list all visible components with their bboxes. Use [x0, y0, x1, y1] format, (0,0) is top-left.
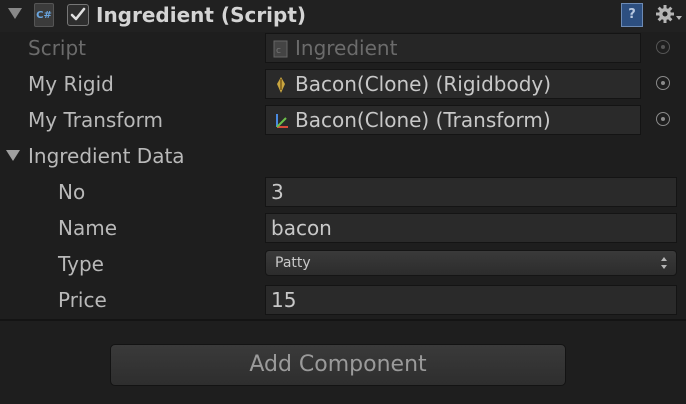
foldout-arrow-icon[interactable] — [8, 8, 22, 19]
ingredient-data-label[interactable]: Ingredient Data — [28, 144, 185, 168]
name-label: Name — [58, 216, 118, 240]
script-label: Script — [28, 36, 87, 60]
checkmark-icon — [70, 7, 86, 21]
name-field[interactable]: bacon — [265, 213, 677, 243]
price-label: Price — [58, 288, 107, 312]
transform-axes-icon — [276, 114, 288, 128]
csharp-script-icon: C# — [34, 3, 54, 27]
component-enabled-checkbox[interactable] — [67, 4, 89, 26]
svg-text:c: c — [276, 46, 281, 56]
script-file-icon: c — [273, 40, 288, 58]
component-divider — [0, 319, 686, 321]
script-object-picker-icon — [656, 40, 670, 54]
my-transform-label: My Transform — [28, 108, 163, 132]
help-book-icon[interactable]: ? — [621, 3, 643, 27]
component-header[interactable]: C# Ingredient (Script) ? — [0, 0, 686, 32]
gear-icon[interactable] — [654, 2, 684, 28]
my-transform-object-picker-icon[interactable] — [656, 112, 670, 126]
price-field[interactable]: 15 — [265, 285, 677, 315]
no-label: No — [58, 180, 86, 204]
no-field[interactable]: 3 — [265, 177, 677, 207]
inspector-panel: C# Ingredient (Script) ? Script c Ingred… — [0, 0, 686, 404]
my-rigid-object-picker-icon[interactable] — [656, 76, 670, 90]
component-title: Ingredient (Script) — [96, 3, 307, 27]
my-transform-field[interactable]: Bacon(Clone) (Transform) — [265, 105, 641, 135]
dropdown-arrows-icon — [661, 257, 667, 269]
rigidbody-icon — [277, 77, 285, 93]
add-component-button[interactable]: Add Component — [110, 344, 566, 386]
script-field: c Ingredient — [265, 33, 641, 63]
type-dropdown[interactable]: Patty — [265, 250, 677, 276]
my-rigid-label: My Rigid — [28, 72, 114, 96]
ingredient-data-foldout-arrow-icon[interactable] — [6, 150, 20, 161]
type-label: Type — [58, 252, 104, 276]
my-rigid-field[interactable]: Bacon(Clone) (Rigidbody) — [265, 69, 641, 99]
